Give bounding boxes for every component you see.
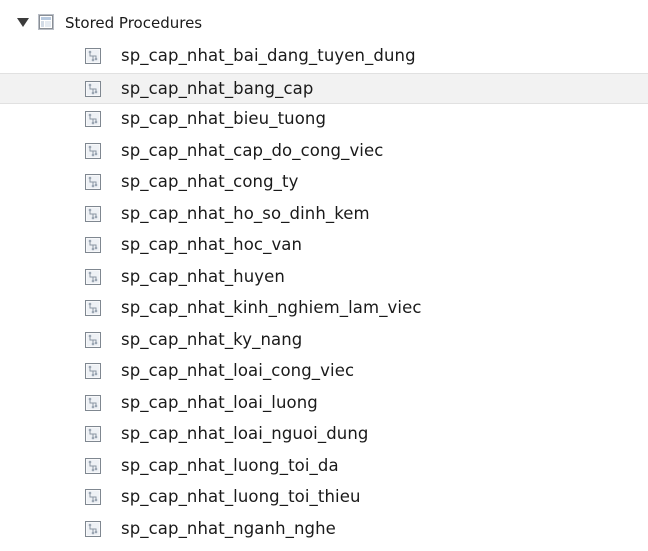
stored-procedure-item[interactable]: sp_cap_nhat_hoc_van [0, 230, 648, 262]
stored-procedure-item[interactable]: sp_cap_nhat_huyen [0, 262, 648, 294]
stored-procedure-icon [84, 362, 102, 380]
stored-procedures-label: Stored Procedures [65, 14, 203, 32]
stored-procedure-label: sp_cap_nhat_loai_luong [121, 392, 318, 412]
stored-procedure-icon [84, 520, 102, 538]
stored-procedure-label: sp_cap_nhat_ho_so_dinh_kem [121, 203, 370, 223]
stored-procedure-item[interactable]: sp_cap_nhat_bai_dang_tuyen_dung [0, 41, 648, 73]
stored-procedures-node[interactable]: Stored Procedures [0, 10, 648, 37]
stored-procedure-item[interactable]: sp_cap_nhat_bieu_tuong [0, 104, 648, 136]
stored-procedure-label: sp_cap_nhat_luong_toi_da [121, 455, 339, 475]
stored-procedure-item[interactable]: sp_cap_nhat_kinh_nghiem_lam_viec [0, 293, 648, 325]
stored-procedure-item[interactable]: sp_cap_nhat_cong_ty [0, 167, 648, 199]
stored-procedure-icon [84, 173, 102, 191]
stored-procedure-icon [84, 80, 102, 98]
stored-procedure-icon [84, 268, 102, 286]
stored-procedure-icon [84, 488, 102, 506]
stored-procedures-folder-icon [37, 13, 55, 31]
stored-procedure-icon [84, 457, 102, 475]
stored-procedure-label: sp_cap_nhat_loai_nguoi_dung [121, 424, 369, 443]
stored-procedure-icon [84, 394, 102, 412]
stored-procedure-label: sp_cap_nhat_luong_toi_thieu [121, 487, 361, 506]
object-browser-tree: Stored Procedures sp_cap_nhat_bai_dang_t… [0, 0, 648, 551]
stored-procedure-label: sp_cap_nhat_cap_do_cong_viec [121, 140, 384, 160]
stored-procedure-label: sp_cap_nhat_huyen [121, 266, 285, 286]
stored-procedure-item[interactable]: sp_cap_nhat_luong_toi_thieu [0, 482, 648, 514]
stored-procedure-icon [84, 425, 102, 443]
stored-procedure-item[interactable]: sp_cap_nhat_loai_cong_viec [0, 356, 648, 388]
stored-procedure-icon [84, 47, 102, 65]
stored-procedure-label: sp_cap_nhat_nganh_nghe [121, 518, 336, 538]
stored-procedure-item[interactable]: sp_cap_nhat_bang_cap [0, 72, 648, 104]
triangle-down-icon[interactable] [17, 18, 29, 27]
stored-procedure-label: sp_cap_nhat_bang_cap [121, 78, 314, 98]
stored-procedure-icon [84, 205, 102, 223]
stored-procedure-item[interactable]: sp_cap_nhat_nganh_nghe [0, 514, 648, 546]
stored-procedure-icon [84, 331, 102, 349]
stored-procedure-item[interactable]: sp_cap_nhat_luong_toi_da [0, 451, 648, 483]
stored-procedure-label: sp_cap_nhat_kinh_nghiem_lam_viec [121, 298, 422, 317]
stored-procedure-list: sp_cap_nhat_bai_dang_tuyen_dung sp_cap_nh… [0, 41, 648, 545]
stored-procedure-label: sp_cap_nhat_cong_ty [121, 172, 299, 191]
stored-procedure-item[interactable]: sp_cap_nhat_ho_so_dinh_kem [0, 199, 648, 231]
stored-procedure-icon [84, 142, 102, 160]
stored-procedure-icon [84, 110, 102, 128]
stored-procedure-label: sp_cap_nhat_hoc_van [121, 235, 303, 254]
stored-procedure-icon [84, 236, 102, 254]
stored-procedure-label: sp_cap_nhat_bai_dang_tuyen_dung [121, 46, 416, 65]
stored-procedure-item[interactable]: sp_cap_nhat_loai_luong [0, 388, 648, 420]
stored-procedure-item[interactable]: sp_cap_nhat_cap_do_cong_viec [0, 136, 648, 168]
stored-procedure-item[interactable]: sp_cap_nhat_loai_nguoi_dung [0, 419, 648, 451]
stored-procedure-icon [84, 299, 102, 317]
stored-procedure-label: sp_cap_nhat_loai_cong_viec [121, 361, 355, 380]
stored-procedure-label: sp_cap_nhat_bieu_tuong [121, 109, 327, 128]
stored-procedure-label: sp_cap_nhat_ky_nang [121, 329, 303, 349]
stored-procedure-item[interactable]: sp_cap_nhat_ky_nang [0, 325, 648, 357]
